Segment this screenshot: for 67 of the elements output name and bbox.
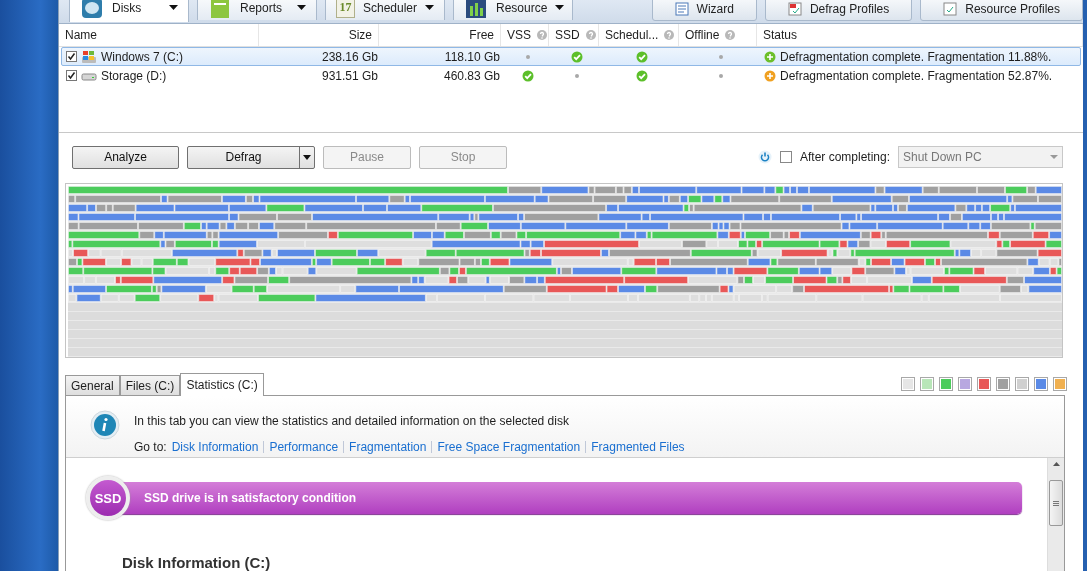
toolbar-tab[interactable]: 17 Scheduler: [325, 0, 445, 20]
toolbar-tab[interactable]: Resource: [453, 0, 573, 20]
column-header[interactable]: Status: [763, 28, 798, 42]
tab[interactable]: Files (C:): [119, 375, 181, 395]
caret-icon: [169, 5, 178, 10]
caret-icon: [425, 5, 434, 10]
checkbox[interactable]: [66, 70, 77, 81]
tab[interactable]: General: [65, 375, 120, 395]
link[interactable]: Fragmentation: [349, 440, 427, 454]
document-icon: [943, 2, 958, 16]
help-icon: [725, 30, 736, 40]
status-text: Defragmentation complete. Fragmentation 11.88%.: [780, 49, 1052, 64]
disk-free: 118.10 Gb: [444, 49, 500, 64]
disk-row[interactable]: Windows 7 (C:) 238.16 Gb 118.10 Gb Defragmentation complete. Fragmentation 11.88%.: [61, 47, 1081, 66]
document-icon: [674, 2, 689, 16]
chart-icon: [464, 0, 488, 20]
column-header[interactable]: Offline: [685, 28, 720, 42]
link[interactable]: Disk Information: [171, 440, 259, 454]
goto-label: Go to:: [134, 440, 167, 454]
info-text: In this tab you can view the statistics and detailed information on the selected disk: [134, 414, 570, 428]
banner-text: SSD drive is in satisfactory condition: [144, 491, 357, 505]
checkmark-icon: [67, 52, 76, 61]
calendar-badge: 17: [336, 0, 355, 18]
link[interactable]: Free Space Fragmentation: [437, 440, 581, 454]
scrollbar[interactable]: [1047, 458, 1064, 571]
column-header[interactable]: Free: [469, 28, 494, 42]
power-icon: [757, 150, 772, 164]
disk-name: Windows 7 (C:): [101, 49, 183, 64]
disk-row[interactable]: Storage (D:) 931.51 Gb 460.83 Gb Defragmentation complete. Fragmentation 52.87%.: [61, 66, 1081, 85]
checkbox[interactable]: [66, 51, 77, 62]
toolbar-button[interactable]: Resource Profiles: [920, 0, 1083, 21]
ssd-badge: SSD: [86, 476, 130, 520]
column-header[interactable]: Name: [65, 28, 97, 42]
section-heading: Disk Information (C:): [122, 554, 272, 571]
action-button[interactable]: Analyze: [72, 145, 179, 169]
column-header[interactable]: Size: [348, 28, 372, 42]
toolbar-button[interactable]: Wizard: [651, 0, 757, 21]
status-text: Defragmentation complete. Fragmentation 52.87%.: [780, 68, 1053, 83]
column-header[interactable]: VSS: [507, 28, 531, 42]
help-icon: [664, 30, 675, 40]
report-icon: [208, 0, 232, 20]
link[interactable]: Fragmented Files: [591, 440, 685, 454]
grip-icon: [1053, 500, 1059, 506]
tab[interactable]: Statistics (C:): [180, 373, 264, 396]
column-header[interactable]: Schedul...: [605, 28, 659, 42]
split-button[interactable]: Defrag: [187, 145, 315, 169]
document-icon: [787, 2, 802, 16]
help-icon: [585, 30, 596, 40]
toolbar-tab[interactable]: Disks: [69, 0, 189, 22]
up-arrow-icon: [1052, 462, 1060, 466]
help-icon: [537, 30, 547, 40]
link[interactable]: Performance: [269, 440, 339, 454]
caret-icon: [297, 5, 306, 10]
caret-icon: [555, 5, 565, 10]
caret-icon: [303, 154, 311, 160]
disk-size: 931.51 Gb: [321, 68, 378, 83]
disk-size: 238.16 Gb: [321, 49, 378, 64]
toolbar-tab[interactable]: Reports: [197, 0, 317, 20]
checkbox-label: After completing:: [799, 150, 890, 164]
column-header[interactable]: SSD: [555, 28, 580, 42]
info-icon: [90, 410, 120, 440]
toolbar-button[interactable]: Defrag Profiles: [764, 0, 913, 21]
disk-free: 460.83 Gb: [443, 68, 500, 83]
checkmark-icon: [67, 71, 76, 80]
disk-name: Storage (D:): [101, 68, 167, 83]
caret-icon: [1050, 155, 1058, 159]
windows-drive-icon: [81, 49, 97, 64]
